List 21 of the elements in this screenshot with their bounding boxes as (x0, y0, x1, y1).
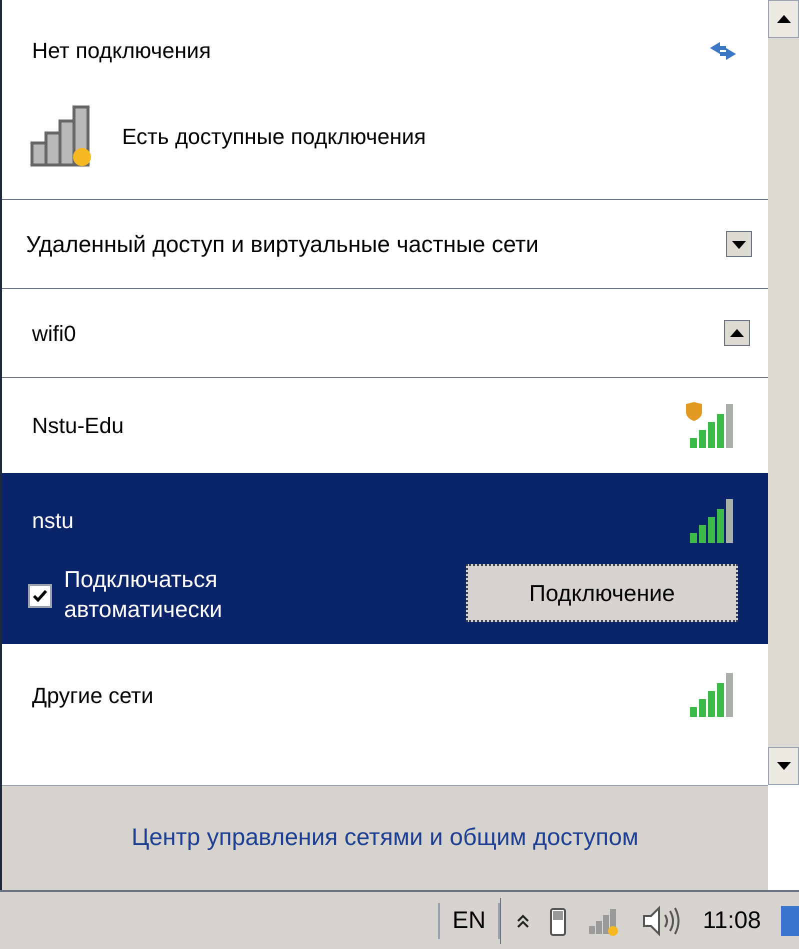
battery-icon[interactable] (548, 906, 567, 936)
up-arrow-icon (776, 15, 790, 23)
auto-connect-checkbox[interactable] (28, 584, 52, 608)
clock[interactable]: 11:08 (702, 902, 761, 938)
auto-connect-label: Подключаться автоматически (64, 565, 224, 624)
status-subtitle: Есть доступные подключения (122, 122, 426, 151)
group-header: wifi0 (32, 320, 76, 348)
network-item-selected[interactable]: nstu Подключаться автоматически Подключение (2, 473, 768, 644)
network-name: Nstu-Edu (32, 412, 124, 440)
network-name: Другие сети (32, 682, 154, 710)
connect-button[interactable]: Подключение (466, 564, 738, 622)
collapse-button[interactable] (724, 320, 750, 346)
language-indicator[interactable]: EN (438, 902, 500, 938)
group-header: Удаленный доступ и виртуальные частные сети (26, 230, 539, 259)
checkmark-icon (32, 589, 48, 603)
status-title: Нет подключения (32, 37, 211, 65)
network-name: nstu (32, 507, 74, 535)
down-arrow-icon (776, 762, 790, 770)
scrollbar[interactable] (768, 0, 799, 785)
chevron-up-icon[interactable] (516, 912, 529, 928)
expand-button[interactable] (726, 231, 752, 257)
